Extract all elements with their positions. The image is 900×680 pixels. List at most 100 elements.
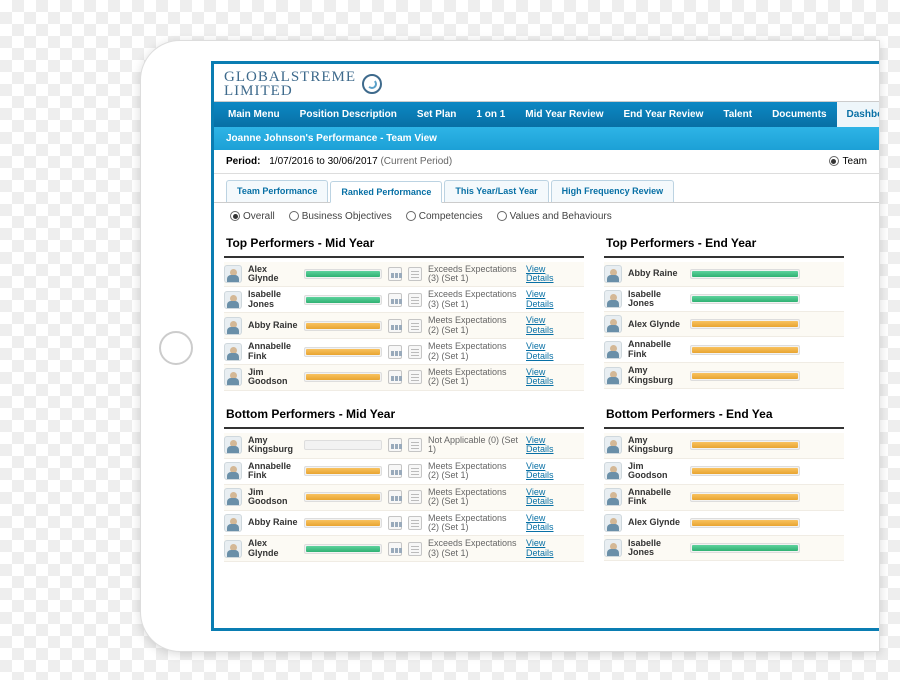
avatar-icon (224, 368, 242, 386)
page-subheader: Joanne Johnson's Performance - Team View (214, 127, 879, 150)
nav-item[interactable]: Set Plan (407, 102, 466, 127)
document-icon[interactable] (408, 267, 422, 281)
chart-icon[interactable] (388, 319, 402, 333)
period-suffix: (Current Period) (380, 156, 452, 167)
rating-text: Meets Expectations (2) (Set 1) (428, 462, 520, 481)
avatar-icon (224, 436, 242, 454)
logo-line2: LIMITED (224, 84, 356, 98)
filter-row: Overall Business Objectives Competencies Va… (214, 203, 879, 230)
top-mid-col: Top Performers - Mid Year Alex GlyndeExc… (224, 230, 584, 391)
logo-line1: GLOBALSTREME (224, 70, 356, 84)
avatar-icon (224, 317, 242, 335)
avatar-icon (224, 514, 242, 532)
view-details-link[interactable]: ViewDetails (526, 290, 554, 309)
view-details-link[interactable]: ViewDetails (526, 316, 554, 335)
view-tab[interactable]: Team Performance (226, 180, 328, 202)
filter-option[interactable]: Overall (230, 211, 275, 222)
performer-name: Isabelle Jones (628, 290, 684, 309)
scope-label: Team (843, 156, 867, 167)
performer-row: Amy KingsburgNot Applicable (0) (Set 1)V… (224, 433, 584, 459)
view-tab[interactable]: Ranked Performance (330, 181, 442, 203)
nav-item[interactable]: 1 on 1 (466, 102, 515, 127)
filter-option[interactable]: Competencies (406, 211, 483, 222)
performer-name: Annabelle Fink (628, 488, 684, 507)
document-icon[interactable] (408, 293, 422, 307)
chart-icon[interactable] (388, 293, 402, 307)
rating-text: Exceeds Expectations (3) (Set 1) (428, 539, 520, 558)
performer-name: Jim Goodson (628, 462, 684, 481)
score-bar (304, 295, 382, 305)
chart-icon[interactable] (388, 267, 402, 281)
chart-icon[interactable] (388, 542, 402, 556)
performer-name: Jim Goodson (248, 368, 298, 387)
performer-row: Jim GoodsonMeets Expectations (2) (Set 1… (224, 365, 584, 391)
score-bar (304, 269, 382, 279)
performer-row: Amy Kingsburg (604, 363, 844, 389)
filter-option[interactable]: Values and Behaviours (497, 211, 612, 222)
document-icon[interactable] (408, 542, 422, 556)
nav-item[interactable]: Dashboa (837, 102, 879, 127)
score-bar (690, 518, 800, 528)
document-icon[interactable] (408, 516, 422, 530)
document-icon[interactable] (408, 438, 422, 452)
document-icon[interactable] (408, 345, 422, 359)
filter-label: Competencies (419, 211, 483, 222)
performer-name: Isabelle Jones (248, 290, 298, 309)
view-details-link[interactable]: ViewDetails (526, 488, 554, 507)
rating-text: Exceeds Expectations (3) (Set 1) (428, 290, 520, 309)
performer-row: Annabelle Fink Meets Expectations (2) (Se… (224, 459, 584, 485)
performer-name: Abby Raine (248, 518, 298, 527)
performer-name: Alex Glynde (628, 320, 684, 329)
scope-radio[interactable]: Team (829, 156, 867, 167)
view-tab[interactable]: This Year/Last Year (444, 180, 548, 202)
view-tab[interactable]: High Frequency Review (551, 180, 675, 202)
nav-item[interactable]: Documents (762, 102, 836, 127)
document-icon[interactable] (408, 490, 422, 504)
view-details-link[interactable]: ViewDetails (526, 539, 554, 558)
chart-icon[interactable] (388, 516, 402, 530)
nav-item[interactable]: Position Description (290, 102, 407, 127)
view-details-link[interactable]: ViewDetails (526, 342, 554, 361)
top-sections: Top Performers - Mid Year Alex GlyndeExc… (214, 230, 879, 401)
performer-name: Alex Glynde (248, 265, 298, 284)
chart-icon[interactable] (388, 345, 402, 359)
view-details-link[interactable]: ViewDetails (526, 265, 554, 284)
performer-name: Jim Goodson (248, 488, 298, 507)
chart-icon[interactable] (388, 370, 402, 384)
performer-name: Abby Raine (248, 321, 298, 330)
avatar-icon (604, 367, 622, 385)
avatar-icon (604, 514, 622, 532)
tablet-home-button[interactable] (159, 331, 193, 365)
radio-dot-icon (497, 211, 507, 221)
score-bar (690, 440, 800, 450)
performer-row: Alex GlyndeExceeds Expectations (3) (Set… (224, 262, 584, 288)
chart-icon[interactable] (388, 438, 402, 452)
score-bar (304, 492, 382, 502)
performer-name: Annabelle Fink (248, 462, 298, 481)
view-details-link[interactable]: ViewDetails (526, 368, 554, 387)
bottom-sections: Bottom Performers - Mid Year Amy Kingsbu… (214, 401, 879, 572)
view-details-link[interactable]: ViewDetails (526, 462, 554, 481)
chart-icon[interactable] (388, 490, 402, 504)
filter-option[interactable]: Business Objectives (289, 211, 392, 222)
filter-label: Business Objectives (302, 211, 392, 222)
nav-item[interactable]: End Year Review (613, 102, 713, 127)
performer-name: Amy Kingsburg (628, 366, 684, 385)
document-icon[interactable] (408, 319, 422, 333)
document-icon[interactable] (408, 370, 422, 384)
document-icon[interactable] (408, 464, 422, 478)
performer-row: Alex Glynde (604, 312, 844, 337)
view-details-link[interactable]: ViewDetails (526, 436, 554, 455)
score-bar (690, 269, 800, 279)
score-bar (690, 466, 800, 476)
period-left: Period: 1/07/2016 to 30/06/2017 (Current… (226, 156, 452, 167)
radio-dot-icon (289, 211, 299, 221)
avatar-icon (224, 462, 242, 480)
nav-item[interactable]: Talent (713, 102, 762, 127)
chart-icon[interactable] (388, 464, 402, 478)
view-details-link[interactable]: ViewDetails (526, 514, 554, 533)
nav-item[interactable]: Mid Year Review (515, 102, 613, 127)
nav-item[interactable]: Main Menu (218, 102, 290, 127)
radio-dot-icon (406, 211, 416, 221)
performer-row: Annabelle Fink (604, 337, 844, 363)
